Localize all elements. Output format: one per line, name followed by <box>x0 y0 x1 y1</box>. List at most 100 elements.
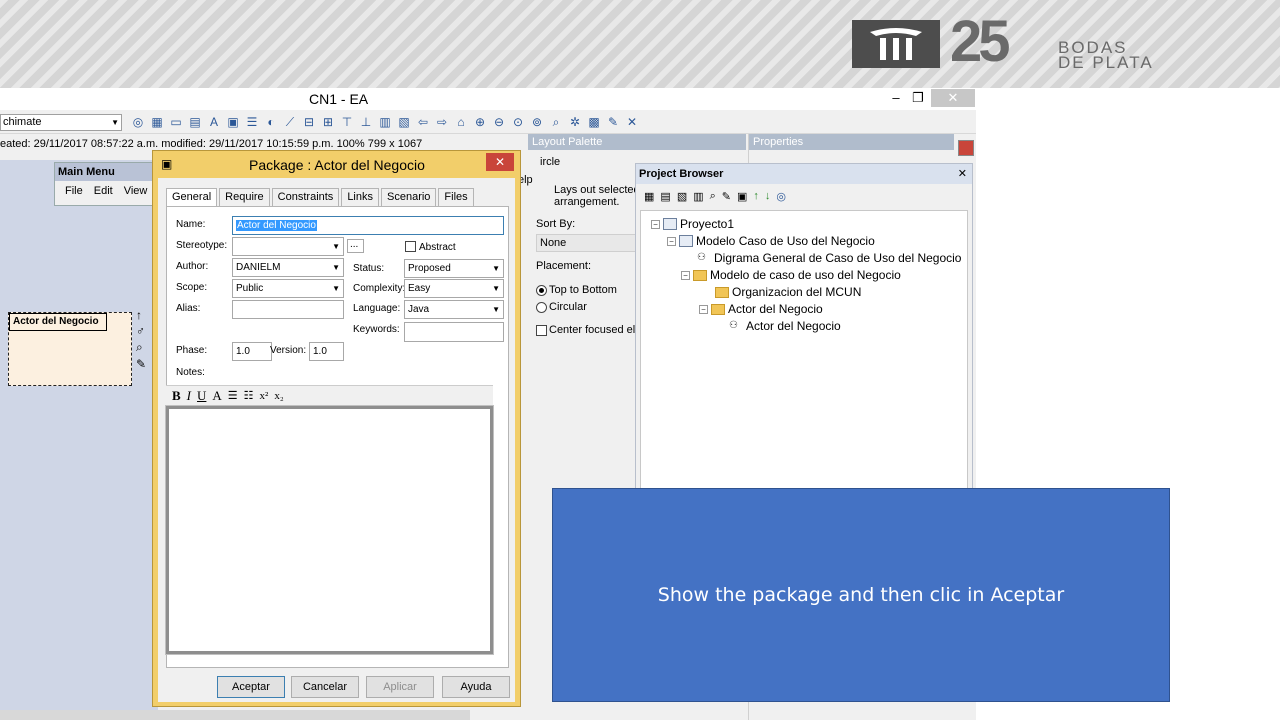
radio-top-to-bottom[interactable]: Top to Bottom <box>536 284 617 296</box>
connector-icon[interactable]: ⟋ <box>282 114 298 130</box>
forward-icon[interactable]: ⇨ <box>434 114 450 130</box>
version-field[interactable]: 1.0 <box>309 342 344 361</box>
toolbar-combo[interactable]: chimate ▼ <box>0 114 122 131</box>
stereotype-select[interactable]: ▼ <box>232 237 344 256</box>
radio-circular[interactable]: Circular <box>536 301 587 313</box>
radio-unselected[interactable] <box>536 301 547 313</box>
home-icon[interactable]: ⌂ <box>453 114 469 130</box>
tab-scenario[interactable]: Scenario <box>381 188 437 206</box>
properties-icon[interactable]: ▦ <box>149 114 165 130</box>
aceptar-button[interactable]: Aceptar <box>217 676 285 698</box>
image-icon[interactable]: ▩ <box>586 114 602 130</box>
tab-require[interactable]: Require <box>219 188 270 206</box>
document-icon[interactable]: ▤ <box>187 114 203 130</box>
tree-node-actor-diagram[interactable]: ⚇ Actor del Negocio <box>729 319 841 333</box>
layout-palette-item[interactable]: ircle <box>540 156 560 168</box>
font-color-icon[interactable]: A <box>212 388 221 404</box>
search-icon[interactable]: ⌕ <box>548 114 564 130</box>
author-select[interactable]: DANIELM ▼ <box>232 258 344 277</box>
move-down-icon[interactable]: ↓ <box>765 190 771 202</box>
complexity-select[interactable]: Easy ▼ <box>404 279 504 298</box>
tab-constraints[interactable]: Constraints <box>271 188 340 206</box>
edit-icon[interactable]: ✎ <box>722 190 731 203</box>
close-icon[interactable]: ✕ <box>958 164 967 184</box>
delete-icon[interactable]: ✕ <box>624 114 640 130</box>
italic-icon[interactable]: I <box>187 388 191 404</box>
menu-item-view[interactable]: View <box>124 185 148 197</box>
new-diagram-icon[interactable]: ▧ <box>677 190 687 203</box>
bullet-list-icon[interactable]: ☰ <box>228 389 238 402</box>
restore-button[interactable]: ❐ <box>908 89 928 107</box>
paint-icon[interactable]: ◐ <box>263 114 279 130</box>
alias-field[interactable] <box>232 300 344 319</box>
zoom-fit-icon[interactable]: ⊙ <box>510 114 526 130</box>
new-model-icon[interactable]: ▦ <box>644 190 654 203</box>
menu-item-edit[interactable]: Edit <box>94 185 113 197</box>
same-height-icon[interactable]: ▧ <box>396 114 412 130</box>
zoom-in-icon[interactable]: ⊕ <box>472 114 488 130</box>
superscript-icon[interactable]: x² <box>260 390 269 402</box>
find-icon[interactable]: ⌕ <box>710 190 716 203</box>
collapse-icon[interactable]: − <box>667 236 676 246</box>
sort-by-select[interactable]: None <box>536 234 638 252</box>
dialog-close-button[interactable]: ✕ <box>486 153 514 171</box>
options-icon[interactable]: ▣ <box>737 190 747 203</box>
collapse-icon[interactable]: − <box>651 219 660 229</box>
new-package-icon[interactable]: ▤ <box>660 190 670 203</box>
element-icon[interactable]: ▭ <box>168 114 184 130</box>
name-field[interactable]: Actor del Negocio <box>232 216 504 235</box>
collapse-icon[interactable]: − <box>699 304 708 314</box>
align-top-icon[interactable]: ⊤ <box>339 114 355 130</box>
magnifier-icon[interactable]: ⌕ <box>136 340 150 355</box>
notes-editor[interactable] <box>165 405 494 655</box>
move-up-icon[interactable]: ↑ <box>753 190 759 202</box>
center-focused-checkbox[interactable]: Center focused ele <box>536 324 641 336</box>
tree-node-organizacion[interactable]: Organizacion del MCUN <box>715 285 861 299</box>
tab-files[interactable]: Files <box>438 188 474 206</box>
new-element-icon[interactable]: ▥ <box>693 190 703 203</box>
tree-node-project[interactable]: − Proyecto1 <box>651 217 734 231</box>
tree-node-model[interactable]: − Modelo Caso de Uso del Negocio <box>667 234 875 248</box>
back-icon[interactable]: ⇦ <box>415 114 431 130</box>
tree-node-actor-package[interactable]: − Actor del Negocio <box>699 302 823 316</box>
tab-general[interactable]: General <box>166 188 218 207</box>
radio-selected[interactable] <box>536 284 547 296</box>
tree-node-package[interactable]: − Modelo de caso de uso del Negocio <box>681 268 901 282</box>
zoom-out-icon[interactable]: ⊖ <box>491 114 507 130</box>
align-bottom-icon[interactable]: ⊥ <box>358 114 374 130</box>
diagram-canvas[interactable] <box>0 160 158 720</box>
scope-select[interactable]: Public ▼ <box>232 279 344 298</box>
horizontal-scrollbar[interactable] <box>0 710 470 720</box>
status-select[interactable]: Proposed ▼ <box>404 259 504 278</box>
subscript-icon[interactable]: x₂ <box>274 390 283 402</box>
stop-icon[interactable] <box>958 140 974 156</box>
ayuda-button[interactable]: Ayuda <box>442 676 510 698</box>
phase-field[interactable]: 1.0 <box>232 342 272 361</box>
tab-links[interactable]: Links <box>341 188 379 206</box>
minimize-button[interactable]: – <box>886 89 906 107</box>
bold-icon[interactable]: B <box>172 388 181 404</box>
pin-icon[interactable]: ✎ <box>605 114 621 130</box>
align-left-icon[interactable]: ⊟ <box>301 114 317 130</box>
language-select[interactable]: Java ▼ <box>404 300 504 319</box>
package-element[interactable]: Actor del Negocio <box>8 312 132 386</box>
collapse-icon[interactable]: − <box>681 270 690 280</box>
cancelar-button[interactable]: Cancelar <box>291 676 359 698</box>
keywords-field[interactable] <box>404 322 504 342</box>
abstract-checkbox[interactable] <box>405 241 416 252</box>
aplicar-button[interactable]: Aplicar <box>366 676 434 698</box>
align-right-icon[interactable]: ⊞ <box>320 114 336 130</box>
menu-item-file[interactable]: File <box>65 185 83 197</box>
tree-node-diagram[interactable]: ⚇ Digrama General de Caso de Uso del Neg… <box>697 251 961 265</box>
link-icon[interactable]: ♂ <box>136 324 150 338</box>
window-close-button[interactable]: ✕ <box>931 89 975 107</box>
same-size-icon[interactable]: ▥ <box>377 114 393 130</box>
edit-icon[interactable]: ✎ <box>136 357 150 371</box>
layout-icon[interactable]: ✲ <box>567 114 583 130</box>
list-icon[interactable]: ☰ <box>244 114 260 130</box>
checkbox[interactable] <box>536 324 547 336</box>
underline-icon[interactable]: U <box>197 388 206 404</box>
arrow-up-icon[interactable]: ↑ <box>136 308 150 322</box>
text-icon[interactable]: A <box>206 114 222 130</box>
help-icon[interactable]: ◎ <box>776 190 786 203</box>
